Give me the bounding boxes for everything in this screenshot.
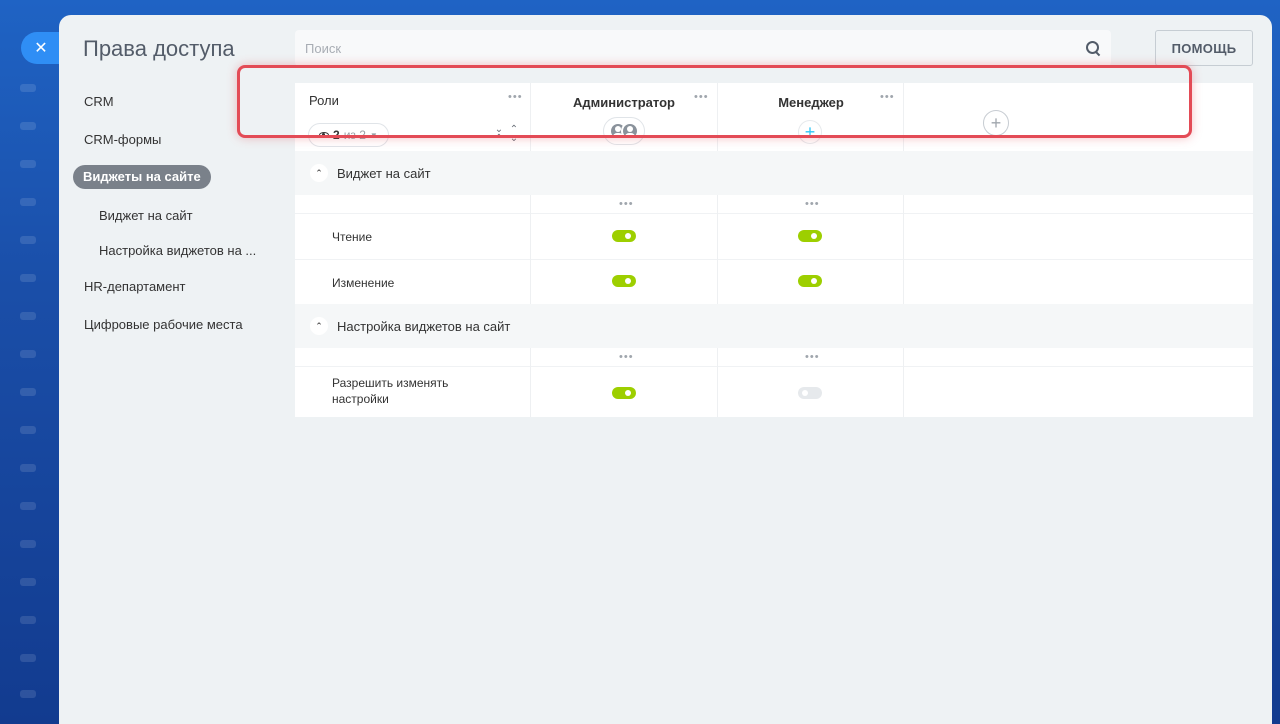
eye-icon bbox=[319, 132, 329, 138]
section-title: Виджет на сайт bbox=[337, 165, 431, 181]
column-divider bbox=[530, 195, 531, 304]
row-label: Чтение bbox=[332, 230, 373, 244]
close-icon: ✕ bbox=[34, 40, 48, 57]
section-title: Настройка виджетов на сайт bbox=[337, 318, 511, 334]
rail-icon bbox=[20, 84, 36, 92]
section-actions-row: ••• ••• bbox=[295, 195, 1253, 213]
menu-item-crm[interactable]: CRM bbox=[84, 94, 114, 109]
toggle-edit-administrator[interactable] bbox=[612, 275, 636, 287]
chevron-up-icon[interactable]: ⌃ bbox=[310, 317, 328, 335]
rail-icon bbox=[20, 274, 36, 282]
row-label: Изменение bbox=[332, 276, 395, 290]
row-label: Разрешить изменять настройки bbox=[332, 376, 449, 406]
menu-subitem-site-widget[interactable]: Виджет на сайт bbox=[99, 208, 193, 223]
column-menu-icon[interactable]: ••• bbox=[619, 199, 634, 210]
section-actions-row: ••• ••• bbox=[295, 348, 1253, 366]
rail-icon bbox=[20, 464, 36, 472]
rail-icon bbox=[20, 122, 36, 130]
role-name-manager: Менеджер bbox=[778, 95, 844, 110]
column-divider bbox=[717, 348, 718, 417]
role-name-administrator: Администратор bbox=[573, 95, 675, 110]
rail-icon bbox=[20, 578, 36, 586]
user-icon bbox=[621, 122, 639, 140]
table-row: Разрешить изменять настройки bbox=[295, 366, 1253, 417]
column-divider bbox=[717, 195, 718, 304]
column-divider bbox=[530, 348, 531, 417]
add-role-button[interactable]: + bbox=[983, 110, 1009, 136]
app-rail bbox=[0, 0, 60, 724]
column-divider bbox=[903, 83, 904, 151]
column-divider bbox=[903, 348, 904, 417]
rail-icon bbox=[20, 540, 36, 548]
rail-icon bbox=[20, 502, 36, 510]
add-member-icon[interactable]: + bbox=[798, 120, 822, 144]
rail-icon bbox=[20, 690, 36, 698]
role-menu-icon[interactable]: ••• bbox=[694, 92, 709, 103]
collapse-all-icon[interactable]: ⌄ ⌃ bbox=[494, 125, 504, 144]
column-divider bbox=[530, 83, 531, 151]
expand-all-icon[interactable]: ⌃ ⌄ bbox=[509, 125, 519, 144]
chevron-down-icon: ▼ bbox=[369, 130, 378, 140]
page-title: Права доступа bbox=[83, 36, 235, 61]
filter-total-count: из 2 bbox=[343, 128, 366, 142]
menu-item-crm-forms[interactable]: CRM-формы bbox=[84, 132, 161, 147]
roles-filter-pill[interactable]: 2 из 2 ▼ bbox=[308, 123, 389, 147]
rail-icon bbox=[20, 198, 36, 206]
role-menu-icon[interactable]: ••• bbox=[880, 92, 895, 103]
toggle-edit-manager[interactable] bbox=[798, 275, 822, 287]
menu-item-hr-department[interactable]: HR-департамент bbox=[84, 279, 185, 294]
roles-label: Роли bbox=[309, 93, 339, 108]
section-header[interactable]: ⌃ Виджет на сайт bbox=[295, 151, 1253, 195]
section-header[interactable]: ⌃ Настройка виджетов на сайт bbox=[295, 304, 1253, 348]
rail-icon bbox=[20, 236, 36, 244]
search-icon[interactable] bbox=[1085, 40, 1101, 56]
rail-icon bbox=[20, 388, 36, 396]
roles-menu-icon[interactable]: ••• bbox=[508, 92, 523, 103]
rail-icon bbox=[20, 312, 36, 320]
role-members-avatars[interactable] bbox=[603, 117, 645, 145]
menu-subitem-widget-settings[interactable]: Настройка виджетов на ... bbox=[99, 243, 256, 258]
permissions-table: Роли ••• 2 из 2 ▼ ⌄ ⌃ ⌃ ⌄ Администратор ••… bbox=[295, 83, 1253, 417]
table-row: Изменение bbox=[295, 259, 1253, 304]
table-row: Чтение bbox=[295, 213, 1253, 259]
toggle-read-administrator[interactable] bbox=[612, 230, 636, 242]
menu-item-site-widgets[interactable]: Виджеты на сайте bbox=[73, 165, 211, 189]
column-menu-icon[interactable]: ••• bbox=[805, 352, 820, 363]
table-header: Роли ••• 2 из 2 ▼ ⌄ ⌃ ⌃ ⌄ Администратор ••… bbox=[295, 83, 1253, 151]
access-rights-panel: Права доступа ПОМОЩЬ CRM CRM-формы Видже… bbox=[59, 15, 1272, 724]
help-button[interactable]: ПОМОЩЬ bbox=[1155, 30, 1253, 66]
rail-icon bbox=[20, 160, 36, 168]
rail-icon bbox=[20, 616, 36, 624]
rail-icon bbox=[20, 654, 36, 662]
rail-icon bbox=[20, 426, 36, 434]
rail-icon bbox=[20, 350, 36, 358]
column-divider bbox=[903, 195, 904, 304]
search-input[interactable] bbox=[305, 40, 1005, 56]
column-divider bbox=[717, 83, 718, 151]
column-menu-icon[interactable]: ••• bbox=[619, 352, 634, 363]
toggle-read-manager[interactable] bbox=[798, 230, 822, 242]
chevron-up-icon[interactable]: ⌃ bbox=[310, 164, 328, 182]
filter-current-count: 2 bbox=[333, 128, 340, 142]
toggle-allow-settings-administrator[interactable] bbox=[612, 387, 636, 399]
column-menu-icon[interactable]: ••• bbox=[805, 199, 820, 210]
toggle-allow-settings-manager[interactable] bbox=[798, 387, 822, 399]
close-slider-button[interactable]: ✕ bbox=[21, 32, 61, 64]
menu-item-digital-workplaces[interactable]: Цифровые рабочие места bbox=[84, 317, 243, 332]
search-bar bbox=[295, 30, 1111, 66]
